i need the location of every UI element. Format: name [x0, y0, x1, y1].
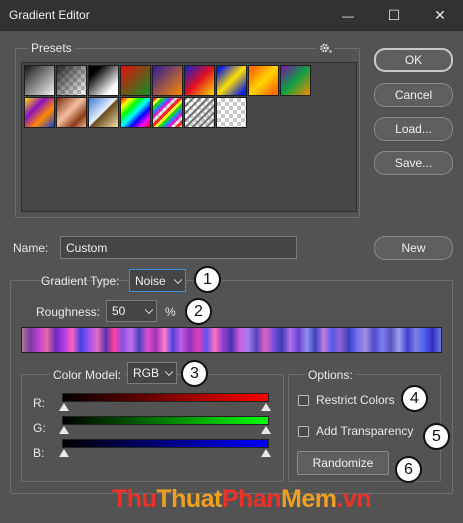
name-label: Name:	[13, 241, 49, 255]
window-title: Gradient Editor	[9, 8, 90, 22]
callout-2: 2	[185, 298, 212, 325]
site-watermark: ThuThuatPhanMem.vn	[112, 485, 372, 514]
gradient-type-value: Noise	[135, 273, 166, 288]
channel-g-max-stop[interactable]	[261, 426, 271, 434]
presets-menu-button[interactable]	[316, 40, 334, 56]
restrict-colors-label[interactable]: Restrict Colors	[316, 393, 395, 407]
preset-swatch-orange-yellow-orange[interactable]	[248, 65, 279, 96]
preset-swatch-fill	[89, 66, 118, 95]
preset-swatch-fill	[57, 66, 86, 95]
roughness-unit: %	[165, 305, 176, 319]
presets-label: Presets	[28, 41, 75, 55]
preset-swatch-foreground-to-background[interactable]	[24, 65, 55, 96]
callout-5: 5	[423, 423, 450, 450]
channel-b-slider[interactable]	[62, 439, 269, 448]
color-model-label: Color Model:	[50, 368, 125, 382]
callout-3: 3	[181, 360, 208, 387]
save-button[interactable]: Save...	[374, 151, 453, 175]
ok-button[interactable]: OK	[374, 48, 453, 72]
chevron-down-icon	[164, 367, 174, 377]
preset-swatch-blue-red-yellow[interactable]	[184, 65, 215, 96]
maximize-icon: ☐	[387, 7, 401, 23]
watermark-part: Thu	[112, 485, 157, 513]
watermark-part: Thuat	[156, 485, 222, 513]
close-button[interactable]: ✕	[417, 0, 463, 31]
preset-swatch-fill	[217, 66, 246, 95]
gear-icon	[319, 43, 331, 52]
watermark-part: Phan	[221, 485, 282, 513]
preset-swatch-violet-green-orange[interactable]	[280, 65, 311, 96]
preset-swatch-fill	[153, 66, 182, 95]
cancel-button[interactable]: Cancel	[374, 83, 453, 107]
channel-r-label: R:	[33, 396, 45, 410]
preset-swatch-transparent-stripes[interactable]	[184, 97, 215, 128]
channel-g-label: G:	[33, 421, 46, 435]
chevron-down-icon	[173, 275, 183, 284]
roughness-select[interactable]: 50	[106, 300, 157, 322]
preset-swatch-fill	[25, 98, 54, 127]
restrict-colors-checkbox[interactable]	[298, 395, 309, 406]
roughness-label: Roughness:	[36, 305, 101, 319]
name-field[interactable]	[60, 236, 297, 259]
channel-g-slider[interactable]	[62, 416, 269, 425]
roughness-value: 50	[112, 304, 126, 318]
presets-grid	[21, 62, 357, 212]
preset-swatch-fill	[89, 98, 118, 127]
noise-gradient-preview	[21, 327, 442, 353]
maximize-button[interactable]: ☐	[371, 0, 417, 31]
preset-swatch-fill	[249, 66, 278, 95]
color-model-select[interactable]: RGB	[127, 362, 177, 384]
preset-swatch-fill	[121, 98, 150, 127]
channel-b-label: B:	[33, 446, 45, 460]
preset-swatch-chrome[interactable]	[88, 97, 119, 128]
gradient-type-select[interactable]: Noise	[129, 269, 186, 292]
channel-b-max-stop[interactable]	[261, 449, 271, 457]
preset-swatch-copper[interactable]	[56, 97, 87, 128]
preset-swatch-foreground-to-transparent[interactable]	[56, 65, 87, 96]
preset-swatch-fill	[281, 66, 310, 95]
preset-swatch-fill	[153, 98, 182, 127]
callout-6: 6	[395, 456, 422, 483]
preset-swatch-fill	[185, 66, 214, 95]
add-transparency-label[interactable]: Add Transparency	[316, 424, 413, 438]
callout-4: 4	[401, 385, 428, 412]
channel-r-min-stop[interactable]	[59, 403, 69, 411]
title-bar: Gradient Editor — ☐ ✕	[0, 0, 463, 31]
preset-swatch-fill	[25, 66, 54, 95]
minimize-button[interactable]: —	[325, 0, 371, 31]
channel-r-max-stop[interactable]	[261, 403, 271, 411]
preset-swatch-red-green[interactable]	[120, 65, 151, 96]
preset-swatch-blue-yellow-blue[interactable]	[216, 65, 247, 96]
callout-1: 1	[194, 266, 221, 293]
new-button[interactable]: New	[374, 236, 453, 260]
watermark-part: Mem	[281, 485, 337, 513]
preset-swatch-spectrum[interactable]	[120, 97, 151, 128]
randomize-button[interactable]: Randomize	[297, 451, 389, 475]
channel-r-slider[interactable]	[62, 393, 269, 402]
preset-swatch-yellow-violet-orange-blue[interactable]	[24, 97, 55, 128]
preset-swatch-fill	[185, 98, 214, 127]
load-button[interactable]: Load...	[374, 117, 453, 141]
add-transparency-checkbox[interactable]	[298, 426, 309, 437]
preset-swatch-violet-orange[interactable]	[152, 65, 183, 96]
minimize-icon: —	[342, 8, 354, 23]
gradient-type-label: Gradient Type:	[41, 274, 120, 288]
close-icon: ✕	[434, 7, 446, 23]
chevron-down-icon	[144, 305, 154, 315]
preset-swatch-fill	[217, 98, 246, 127]
preset-swatch-black-white[interactable]	[88, 65, 119, 96]
preset-swatch-fill	[121, 66, 150, 95]
channel-b-min-stop[interactable]	[59, 449, 69, 457]
preset-swatch-fill	[57, 98, 86, 127]
color-model-value: RGB	[133, 366, 160, 380]
channel-g-min-stop[interactable]	[59, 426, 69, 434]
preset-swatch-transparent[interactable]	[216, 97, 247, 128]
watermark-part: .vn	[336, 485, 372, 513]
options-label: Options:	[305, 368, 356, 382]
preset-swatch-transparent-rainbow[interactable]	[152, 97, 183, 128]
